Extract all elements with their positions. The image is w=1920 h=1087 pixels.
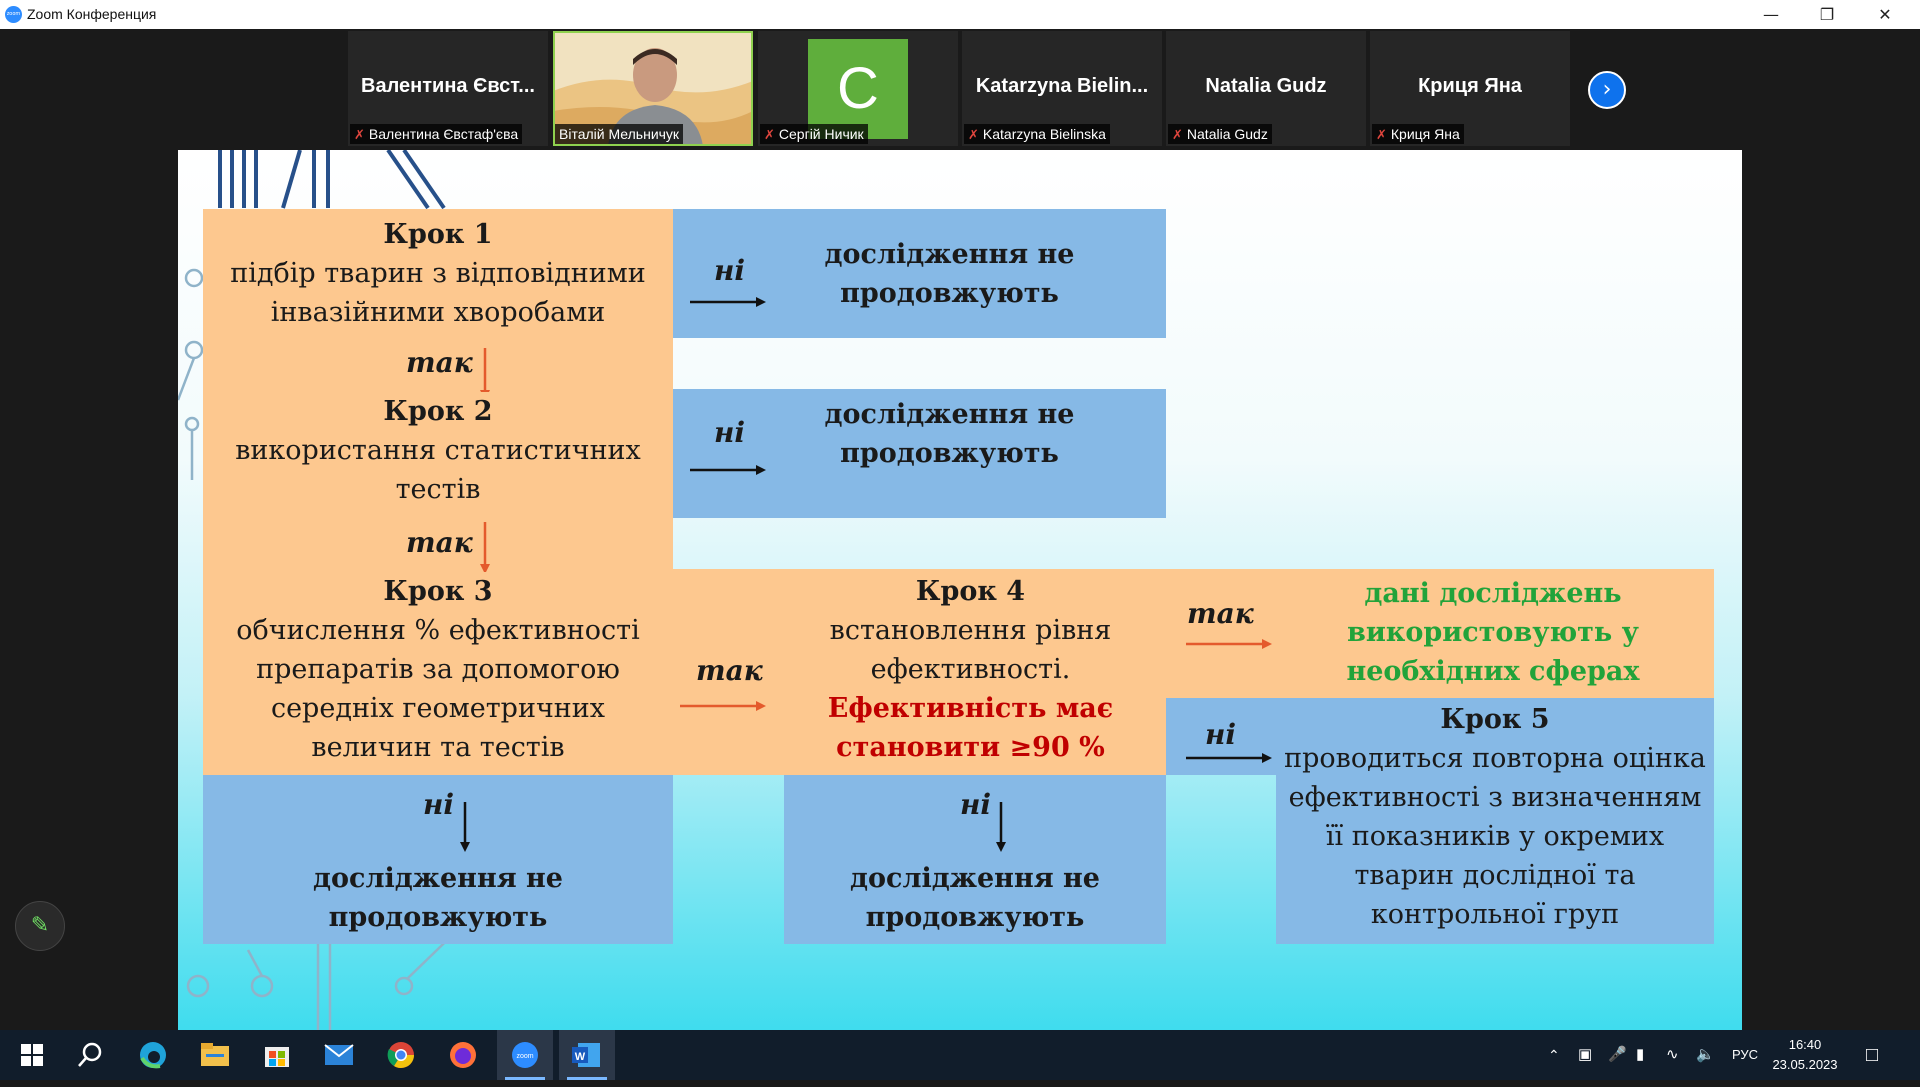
arrow-right-icon	[690, 297, 766, 307]
clock-time: 16:40	[1788, 1037, 1822, 1052]
step4-title: Крок 4	[915, 576, 1026, 607]
zoom-logo-icon: zoom	[5, 6, 22, 23]
participant-name: Natalia Gudz	[1205, 75, 1327, 97]
step2-box: Крок 2 використання статистичних тестів	[203, 392, 673, 530]
step5-title: Крок 5	[1440, 704, 1550, 735]
yes-label: так	[406, 346, 473, 379]
file-explorer-icon[interactable]	[187, 1030, 243, 1080]
stop-text: дослідження не продовжують	[824, 239, 1075, 309]
word-app-icon[interactable]: W	[559, 1030, 615, 1080]
meet-now-icon[interactable]: ▣	[1578, 1030, 1592, 1080]
shared-screen-slide: Крок 1 підбір тварин з відповідними інва…	[178, 150, 1742, 1030]
edge-browser-icon[interactable]	[125, 1030, 181, 1080]
participant-tile[interactable]: Криця Яна ✗ Криця Яна	[1370, 31, 1570, 146]
step3-title: Крок 3	[383, 576, 493, 607]
microphone-icon[interactable]: 🎤	[1608, 1030, 1627, 1080]
svg-text:zoom: zoom	[516, 1053, 533, 1060]
participant-label: ✗ Криця Яна	[1372, 124, 1464, 144]
participant-label: Віталій Мельничук	[555, 124, 684, 144]
search-icon[interactable]	[62, 1030, 118, 1080]
restore-button[interactable]: ❐	[1804, 0, 1850, 29]
windows-start-icon[interactable]	[4, 1030, 60, 1080]
stop-text: дослідження не продовжують	[313, 863, 563, 933]
step1-stop-box: дослідження не продовжують	[673, 209, 1166, 338]
arrow-right-icon	[1186, 753, 1272, 763]
participant-label: ✗ Natalia Gudz	[1168, 124, 1272, 144]
step3-box: Крок 3 обчислення % ефективності препара…	[203, 572, 673, 775]
battery-icon[interactable]: ▮	[1636, 1030, 1644, 1080]
participant-tile[interactable]: Валентина Євст... ✗ Валентина Євстаф'єва	[348, 31, 548, 146]
close-button[interactable]: ✕	[1862, 0, 1908, 29]
volume-icon[interactable]: 🔈	[1696, 1030, 1715, 1080]
mail-icon[interactable]	[311, 1030, 367, 1080]
language-indicator[interactable]: РУС	[1732, 1030, 1758, 1080]
title-bar: zoom Zoom Конференция — ❐ ✕	[0, 0, 1920, 29]
step3-text: обчислення % ефективності препаратів за …	[236, 615, 640, 763]
yes-label: так	[696, 654, 763, 687]
step2-title: Крок 2	[383, 396, 493, 427]
minimize-button[interactable]: —	[1748, 0, 1794, 29]
window-title: Zoom Конференция	[27, 6, 157, 22]
step2-text: використання статистичних тестів	[235, 435, 641, 505]
step1-box: Крок 1 підбір тварин з відповідними інва…	[203, 209, 673, 347]
arrow-right-icon	[1186, 639, 1272, 649]
no-label: ні	[423, 788, 455, 821]
participant-label: ✗ Katarzyna Bielinska	[964, 124, 1110, 144]
mic-muted-icon: ✗	[1172, 127, 1183, 142]
participant-label: ✗ Валентина Євстаф'єва	[350, 124, 523, 144]
arrow-down-icon	[480, 522, 490, 574]
chevron-right-icon[interactable]: ›	[1588, 71, 1626, 109]
step5-text: проводиться повторна оцінка ефективності…	[1284, 743, 1706, 930]
arrow-down-icon	[460, 802, 470, 852]
step1-title: Крок 1	[383, 219, 493, 250]
yes-label: так	[1187, 597, 1254, 630]
success-box: дані досліджень використовують у необхід…	[1166, 569, 1714, 698]
participant-label: ✗ Сергій Ничик	[760, 124, 868, 144]
mic-muted-icon: ✗	[354, 127, 365, 142]
notification-icon[interactable]: □	[1866, 1030, 1878, 1080]
zoom-app-icon[interactable]: zoom	[497, 1030, 553, 1080]
taskbar: zoom W ⌃ ▣ 🎤 ▮ ∿ 🔈 РУС 16:40 23.05.2023 …	[0, 1030, 1920, 1080]
stop-text: дослідження не продовжують	[850, 863, 1100, 933]
clock[interactable]: 16:40 23.05.2023	[1768, 1035, 1842, 1075]
svg-text:W: W	[575, 1051, 586, 1063]
mic-muted-icon: ✗	[968, 127, 979, 142]
wifi-icon[interactable]: ∿	[1666, 1030, 1679, 1080]
arrow-right-icon	[690, 465, 766, 475]
success-text: дані досліджень використовують у необхід…	[1346, 578, 1640, 687]
no-label: ні	[714, 416, 746, 449]
no-label: ні	[960, 788, 992, 821]
participant-name: Katarzyna Bielin...	[975, 75, 1149, 97]
step2-stop-box: дослідження не продовжують	[673, 389, 1166, 518]
chrome-icon[interactable]	[373, 1030, 429, 1080]
microsoft-store-icon[interactable]	[249, 1030, 305, 1080]
yes-label: так	[406, 526, 473, 559]
participant-tile[interactable]: C ✗ Сергій Ничик	[758, 31, 958, 146]
participant-name: Криця Яна	[1418, 75, 1522, 97]
participant-name: Валентина Євст...	[361, 75, 535, 97]
step5-box: Крок 5 проводиться повторна оцінка ефект…	[1276, 698, 1714, 944]
clock-date: 23.05.2023	[1772, 1057, 1838, 1072]
step4-highlight: Ефективність має становити ≥90 %	[827, 693, 1114, 763]
firefox-icon[interactable]	[435, 1030, 491, 1080]
participant-gallery: Валентина Євст... ✗ Валентина Євстаф'єва …	[0, 29, 1920, 150]
mic-muted-icon: ✗	[764, 127, 775, 142]
participant-tile[interactable]: Natalia Gudz ✗ Natalia Gudz	[1166, 31, 1366, 146]
arrow-right-icon	[680, 701, 766, 711]
step1-text: підбір тварин з відповідними інвазійними…	[230, 258, 646, 328]
step4-text: встановлення рівня ефективності.	[829, 615, 1112, 685]
participant-tile[interactable]: Katarzyna Bielin... ✗ Katarzyna Bielinska	[962, 31, 1162, 146]
mic-muted-icon: ✗	[1376, 127, 1387, 142]
chevron-up-icon[interactable]: ⌃	[1548, 1030, 1560, 1080]
stop-text: дослідження не продовжують	[824, 399, 1075, 469]
arrow-down-icon	[996, 802, 1006, 852]
no-label: ні	[1205, 718, 1237, 751]
no-label: ні	[714, 254, 746, 287]
participant-tile-active-speaker[interactable]: Віталій Мельничук	[553, 31, 753, 146]
pencil-icon[interactable]: ✎	[15, 901, 65, 951]
